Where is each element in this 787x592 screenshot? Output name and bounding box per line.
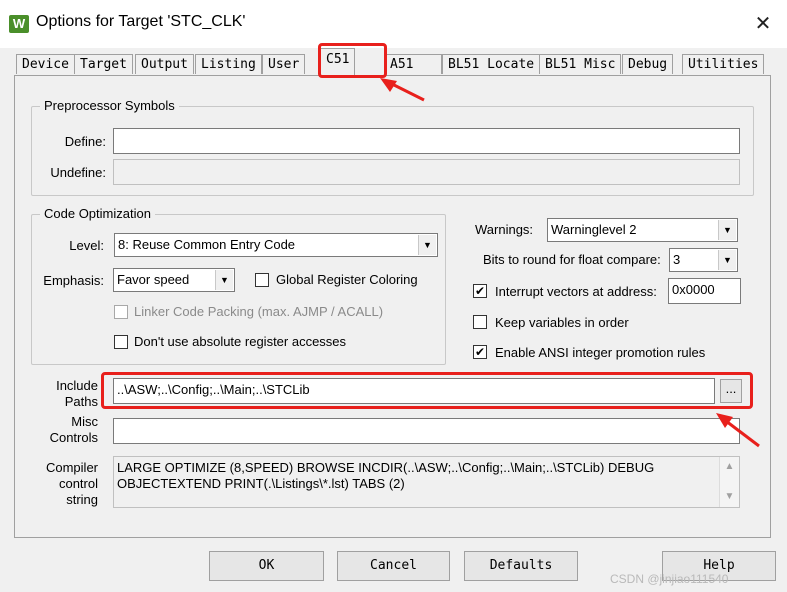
chevron-down-icon[interactable]: ▼ xyxy=(215,270,233,290)
global-register-coloring-checkbox[interactable] xyxy=(255,273,269,287)
emphasis-select-value: Favor speed xyxy=(117,272,190,287)
warnings-select-value: Warninglevel 2 xyxy=(551,222,637,237)
define-input[interactable] xyxy=(113,128,740,154)
linker-code-packing-label: Linker Code Packing (max. AJMP / ACALL) xyxy=(134,304,384,319)
cancel-button[interactable]: Cancel xyxy=(337,551,450,581)
tab-device[interactable]: Device xyxy=(16,54,75,74)
chevron-down-icon[interactable]: ▼ xyxy=(718,250,736,270)
dont-use-absolute-checkbox[interactable] xyxy=(114,335,128,349)
include-paths-input[interactable]: ..\ASW;..\Config;..\Main;..\STCLib xyxy=(113,378,715,404)
include-paths-browse-button[interactable]: ... xyxy=(720,379,742,403)
window-title: Options for Target 'STC_CLK' xyxy=(36,13,246,30)
tab-utilities[interactable]: Utilities xyxy=(682,54,765,74)
close-icon[interactable]: ✕ xyxy=(748,10,778,38)
undefine-label: Undefine: xyxy=(50,165,106,180)
include-paths-label-line2: Paths xyxy=(64,394,98,409)
misc-controls-label-line2: Controls xyxy=(49,430,98,445)
keep-variables-checkbox[interactable] xyxy=(473,315,487,329)
undefine-input[interactable] xyxy=(113,159,740,185)
tab-listing[interactable]: Listing xyxy=(195,54,262,74)
emphasis-label: Emphasis: xyxy=(43,273,104,288)
include-paths-label-line1: Include xyxy=(56,378,98,393)
bits-round-select-value: 3 xyxy=(673,252,681,267)
compiler-control-label-line2: control xyxy=(58,476,98,491)
global-register-coloring-label: Global Register Coloring xyxy=(276,272,418,287)
tab-target[interactable]: Target xyxy=(74,54,133,74)
code-optimization-group-title: Code Optimization xyxy=(40,206,155,221)
compiler-control-string[interactable]: LARGE OPTIMIZE (8,SPEED) BROWSE INCDIR(.… xyxy=(113,456,740,508)
interrupt-vectors-label: Interrupt vectors at address: xyxy=(495,284,657,299)
level-label: Level: xyxy=(69,238,104,253)
tab-output[interactable]: Output xyxy=(135,54,194,74)
title-bar: W Options for Target 'STC_CLK' ✕ xyxy=(0,0,787,48)
interrupt-vectors-checkbox[interactable]: ✔ xyxy=(473,284,487,298)
tab-user[interactable]: User xyxy=(262,54,306,74)
compiler-control-scrollbar[interactable]: ▲ ▼ xyxy=(719,457,739,507)
compiler-control-text: LARGE OPTIMIZE (8,SPEED) BROWSE INCDIR(.… xyxy=(117,460,655,491)
linker-code-packing-checkbox[interactable] xyxy=(114,305,128,319)
bits-round-select[interactable]: 3 ▼ xyxy=(669,248,738,272)
ok-button[interactable]: OK xyxy=(209,551,324,581)
interrupt-address-input[interactable]: 0x0000 xyxy=(668,278,741,304)
compiler-control-label-line3: string xyxy=(66,492,98,507)
dont-use-absolute-label: Don't use absolute register accesses xyxy=(134,334,347,349)
keep-variables-label: Keep variables in order xyxy=(495,315,629,330)
tab-debug[interactable]: Debug xyxy=(622,54,674,74)
warnings-label: Warnings: xyxy=(475,222,534,237)
tab-bl51-locate[interactable]: BL51 Locate xyxy=(442,54,541,74)
warnings-select[interactable]: Warninglevel 2 ▼ xyxy=(547,218,738,242)
chevron-down-icon[interactable]: ▼ xyxy=(418,235,436,255)
tab-c51[interactable]: C51 xyxy=(320,48,356,76)
keil-app-icon: W xyxy=(9,15,29,33)
misc-controls-label-line1: Misc xyxy=(71,414,98,429)
scroll-up-icon[interactable]: ▲ xyxy=(720,459,739,475)
chevron-down-icon[interactable]: ▼ xyxy=(718,220,736,240)
level-select[interactable]: 8: Reuse Common Entry Code ▼ xyxy=(114,233,438,257)
csdn-watermark: CSDN @jinjiao111540 xyxy=(610,572,729,586)
preprocessor-group-title: Preprocessor Symbols xyxy=(40,98,179,113)
level-select-value: 8: Reuse Common Entry Code xyxy=(118,237,296,252)
bits-round-label: Bits to round for float compare: xyxy=(483,252,661,267)
compiler-control-label-line1: Compiler xyxy=(45,460,98,475)
tab-bl51-misc[interactable]: BL51 Misc xyxy=(539,54,622,74)
defaults-button[interactable]: Defaults xyxy=(464,551,578,581)
emphasis-select[interactable]: Favor speed ▼ xyxy=(113,268,235,292)
ansi-promotion-label: Enable ANSI integer promotion rules xyxy=(495,345,706,360)
ansi-promotion-checkbox[interactable]: ✔ xyxy=(473,345,487,359)
scroll-down-icon[interactable]: ▼ xyxy=(720,489,739,505)
define-label: Define: xyxy=(64,134,106,149)
tab-a51[interactable]: A51 xyxy=(384,54,442,74)
misc-controls-input[interactable] xyxy=(113,418,740,444)
